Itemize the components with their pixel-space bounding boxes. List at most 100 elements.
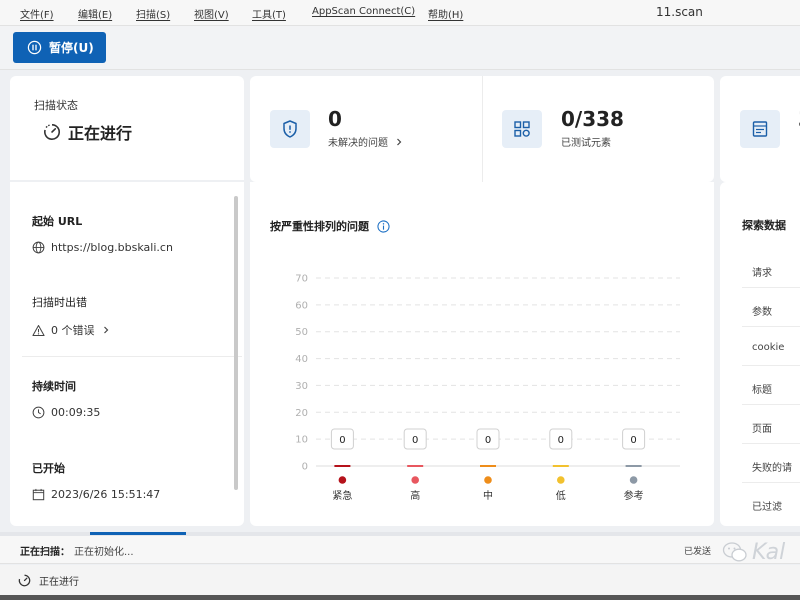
y-tick-label: 40 [295, 354, 308, 365]
explore-item-cookie[interactable]: cookie [752, 342, 784, 353]
severity-bar [407, 465, 424, 467]
watermark-text: Kal [752, 539, 786, 565]
severity-bar [334, 465, 351, 467]
scan-status-value: 正在进行 [43, 120, 132, 144]
severity-bar [625, 465, 642, 467]
x-category-label: 高 [410, 489, 420, 502]
elements-icon-box [502, 110, 542, 148]
duration-label: 持续时间 [32, 380, 76, 393]
menu-tools[interactable]: 工具(T) [252, 6, 286, 21]
started-row: 2023/6/26 15:51:47 [32, 488, 160, 501]
document-icon-box [740, 110, 780, 148]
scanning-value: 正在初始化... [74, 547, 134, 558]
window-title: 11.scan [656, 5, 703, 19]
explore-title: 探索数据 [742, 219, 786, 232]
scan-status-card: 扫描状态 正在进行 [10, 76, 244, 180]
y-tick-label: 60 [295, 300, 308, 311]
scan-status-bar: 正在扫描： 正在初始化... 已发送 [0, 536, 800, 564]
duration-row: 00:09:35 [32, 406, 100, 419]
bar-value-label: 0 [558, 435, 564, 446]
info-scrollbar[interactable] [234, 196, 238, 490]
severity-dot [338, 476, 347, 484]
duration-section: 持续时间 00:09:35 [32, 378, 100, 419]
explore-item-failed-requests[interactable]: 失败的请 [752, 459, 792, 474]
started-label: 已开始 [32, 462, 65, 475]
start-url-row: https://blog.bbskali.cn [32, 241, 173, 254]
bottom-status-text: 正在进行 [39, 577, 79, 588]
tested-elements-count: 0/338 [561, 107, 624, 131]
explore-item-filtered[interactable]: 已过滤 [752, 498, 782, 513]
explore-item-headers[interactable]: 标题 [752, 381, 772, 396]
bottom-status-bar: 正在进行 [0, 565, 800, 595]
pause-button[interactable]: 暂停(U) [13, 32, 106, 63]
metrics-card: 0 未解决的问题 0/338 已测试元素 [250, 76, 714, 182]
chevron-right-icon [397, 138, 402, 145]
y-tick-label: 30 [295, 381, 308, 392]
bottom-status: 正在进行 [18, 573, 79, 588]
bar-value-label: 0 [485, 435, 491, 446]
scan-status-text: 正在进行 [68, 124, 133, 143]
shield-icon [283, 120, 297, 138]
window-bottom-edge [0, 595, 800, 600]
pause-icon [27, 40, 42, 55]
errors-row[interactable]: 0 个错误 [32, 322, 117, 338]
severity-dot [484, 476, 492, 484]
menu-edit[interactable]: 编辑(E) [78, 6, 112, 21]
menu-appscan-connect[interactable]: AppScan Connect(C) [312, 6, 415, 17]
explore-item-parameters[interactable]: 参数 [752, 303, 772, 318]
menu-bar: 文件(F) 编辑(E) 扫描(S) 视图(V) 工具(T) AppScan Co… [0, 0, 800, 26]
chevron-right-icon [103, 326, 108, 334]
start-url-section: 起始 URL https://blog.bbskali.cn [32, 213, 173, 254]
y-tick-label: 20 [295, 408, 308, 419]
start-url-label: 起始 URL [32, 215, 83, 228]
globe-icon [32, 241, 45, 254]
x-category-label: 低 [556, 489, 566, 502]
severity-bar [552, 465, 569, 467]
explore-divider [742, 326, 800, 327]
explore-divider [742, 443, 800, 444]
third-metric-card: 3 [720, 76, 800, 182]
start-url-value: https://blog.bbskali.cn [51, 241, 173, 254]
progress-gauge-icon [44, 124, 60, 140]
sent-label: 已发送 [684, 547, 712, 557]
shield-icon-box [270, 110, 310, 148]
toolbar: 暂停(U) [0, 26, 800, 70]
wechat-watermark-icon [722, 542, 747, 562]
menu-view[interactable]: 视图(V) [194, 6, 229, 21]
duration-value: 00:09:35 [51, 406, 101, 419]
menu-file[interactable]: 文件(F) [20, 6, 54, 21]
scan-progress-fill [90, 532, 186, 535]
x-category-label: 中 [483, 489, 493, 502]
started-value: 2023/6/26 15:51:47 [51, 488, 161, 501]
explore-divider [742, 365, 800, 366]
explore-divider [742, 482, 800, 483]
errors-value: 0 个错误 [51, 324, 95, 337]
unresolved-issues-link[interactable]: 未解决的问题 [328, 134, 404, 149]
y-tick-label: 0 [302, 462, 308, 473]
bar-value-label: 0 [412, 435, 418, 446]
unresolved-issues-count: 0 [328, 107, 342, 131]
severity-dot [557, 476, 565, 484]
watermark-logo: Kal [722, 534, 800, 570]
menu-scan[interactable]: 扫描(S) [136, 6, 170, 21]
x-category-label: 紧急 [332, 489, 352, 502]
menu-help[interactable]: 帮助(H) [428, 6, 463, 21]
started-section: 已开始 2023/6/26 15:51:47 [32, 460, 160, 501]
info-divider [22, 356, 242, 357]
errors-label: 扫描时出错 [32, 296, 87, 309]
severity-bar [480, 465, 496, 467]
progress-gauge-icon [18, 574, 31, 587]
errors-section: 扫描时出错 0 个错误 [32, 294, 117, 338]
explore-data-card: 探索数据 请求 参数 cookie 标题 页面 失败的请 已过滤 [720, 182, 800, 526]
explore-divider [742, 404, 800, 405]
scan-info-card: 起始 URL https://blog.bbskali.cn 扫描时出错 0 个… [10, 182, 244, 526]
bar-value-label: 0 [339, 435, 345, 446]
metric-divider [482, 76, 483, 182]
explore-item-requests[interactable]: 请求 [752, 264, 772, 279]
tested-elements-label: 已测试元素 [561, 138, 611, 149]
clock-icon [32, 406, 45, 419]
unresolved-issues-label: 未解决的问题 [328, 138, 388, 149]
calendar-icon [32, 488, 45, 501]
explore-item-pages[interactable]: 页面 [752, 420, 772, 435]
severity-dot [411, 476, 419, 484]
